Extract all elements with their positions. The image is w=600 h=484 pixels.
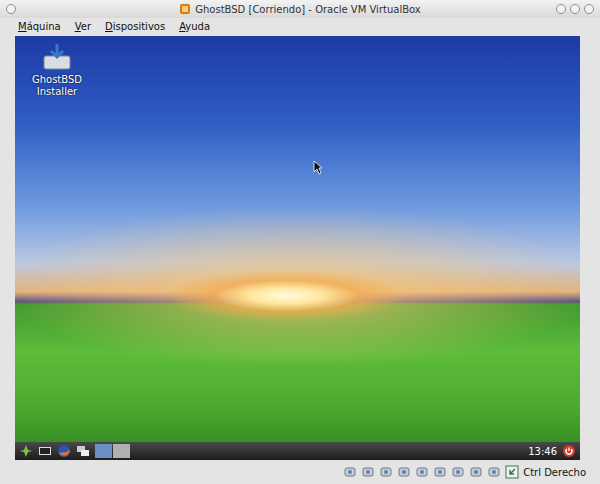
menu-item[interactable]: Dispositivos (105, 21, 165, 32)
usb-icon[interactable] (433, 465, 447, 479)
workspace-button[interactable] (95, 444, 112, 458)
status-bar: Ctrl Derecho (0, 462, 600, 484)
maximize-button[interactable] (570, 4, 580, 14)
menu-bar: Máquina Ver Dispositivos Ayuda (0, 18, 600, 34)
windows-icon[interactable] (76, 444, 90, 458)
window-menu-button[interactable] (6, 4, 16, 14)
virtualbox-window: GhostBSD [Corriendo] - Oracle VM Virtual… (0, 0, 600, 484)
close-button[interactable] (584, 4, 594, 14)
title-bar: GhostBSD [Corriendo] - Oracle VM Virtual… (0, 0, 600, 18)
workspace-button[interactable] (113, 444, 130, 458)
menu-item[interactable]: Ayuda (179, 21, 210, 32)
host-key-icon (505, 465, 519, 479)
installer-icon (41, 42, 73, 72)
host-key-label: Ctrl Derecho (523, 467, 586, 478)
menu-item[interactable]: Máquina (18, 21, 61, 32)
screen-icon[interactable] (451, 465, 465, 479)
terminal-icon[interactable] (38, 444, 52, 458)
net-icon[interactable] (397, 465, 411, 479)
pen-icon[interactable] (379, 465, 393, 479)
power-icon[interactable] (562, 444, 576, 458)
capture-icon[interactable] (469, 465, 483, 479)
virtualbox-icon (179, 3, 191, 15)
guest-taskbar: 13:46 (15, 442, 580, 460)
wallpaper: GhostBSD Installer (15, 36, 580, 442)
guest-desktop[interactable]: GhostBSD Installer 13:46 (15, 36, 580, 460)
disk-icon[interactable] (343, 465, 357, 479)
firefox-icon[interactable] (57, 444, 71, 458)
mouse-cursor-icon (313, 160, 323, 175)
globe-icon[interactable] (361, 465, 375, 479)
shared-icon[interactable] (415, 465, 429, 479)
start-menu-icon[interactable] (19, 444, 33, 458)
clock: 13:46 (528, 446, 557, 457)
minimize-button[interactable] (556, 4, 566, 14)
window-title: GhostBSD [Corriendo] - Oracle VM Virtual… (195, 4, 421, 15)
menu-item[interactable]: Ver (75, 21, 91, 32)
desktop-icon[interactable]: GhostBSD Installer (27, 42, 87, 97)
cd-icon[interactable] (487, 465, 501, 479)
